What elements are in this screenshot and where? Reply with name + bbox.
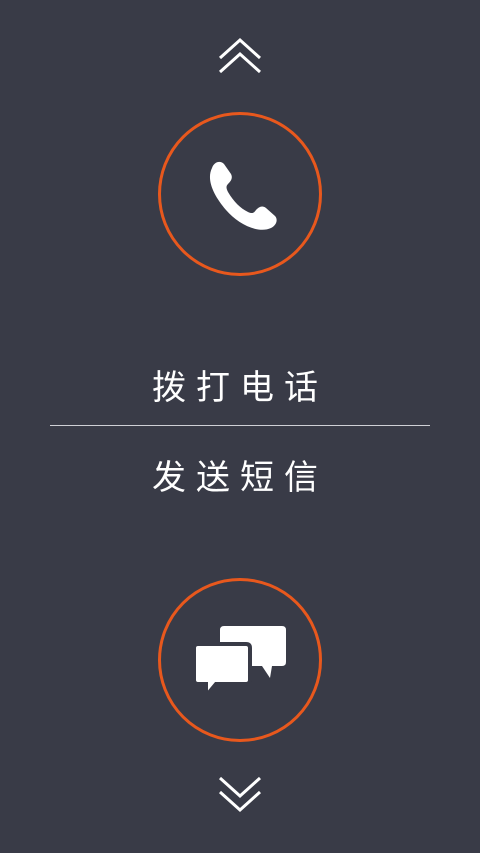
- double-chevron-down-glyph: [218, 776, 262, 813]
- chat-bubbles-icon: [192, 626, 286, 702]
- sms-label[interactable]: 发送短信: [0, 450, 480, 499]
- contact-action-screen: 拨打电话 发送短信: [0, 0, 480, 853]
- divider: [50, 425, 430, 426]
- double-chevron-up-icon[interactable]: [216, 36, 264, 76]
- phone-icon: [209, 161, 277, 230]
- call-button[interactable]: [158, 112, 322, 276]
- call-label[interactable]: 拨打电话: [0, 360, 480, 409]
- double-chevron-down-icon[interactable]: [216, 774, 264, 814]
- double-chevron-up-glyph: [218, 37, 262, 74]
- sms-button[interactable]: [158, 578, 322, 742]
